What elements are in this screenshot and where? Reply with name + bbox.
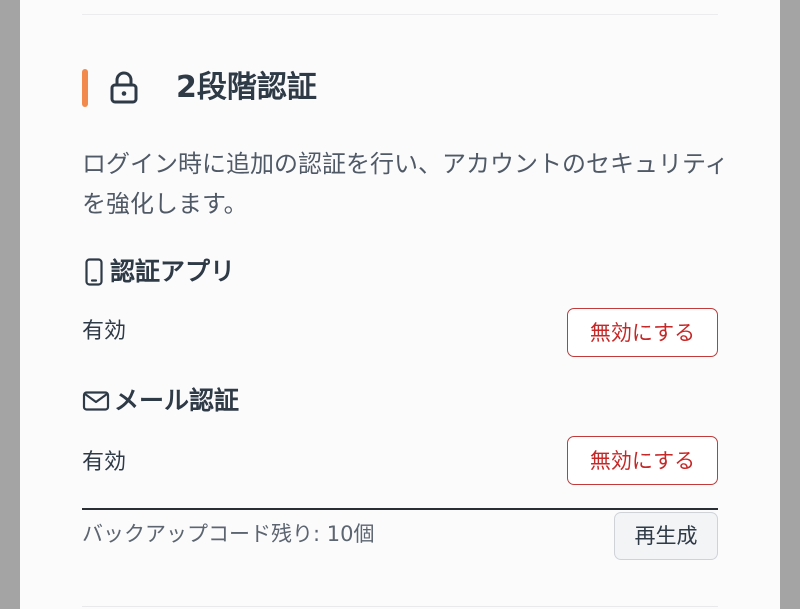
mail-icon <box>82 391 110 411</box>
right-backdrop <box>780 0 800 609</box>
settings-card: 2段階認証 ログイン時に追加の認証を行い、アカウントのセキュリティを強化します。… <box>20 0 780 609</box>
lock-icon <box>110 71 138 104</box>
section-description: ログイン時に追加の認証を行い、アカウントのセキュリティを強化します。 <box>82 150 729 218</box>
disable-email-auth-button[interactable]: 無効にする <box>567 436 718 485</box>
section-title: 2段階認証 <box>176 70 317 105</box>
auth-app-status: 有効 <box>82 319 127 344</box>
auth-app-heading: 認証アプリ <box>82 254 235 290</box>
top-divider <box>82 14 718 15</box>
left-backdrop <box>0 0 20 609</box>
email-auth-title: メール認証 <box>114 386 240 415</box>
bottom-divider <box>82 606 718 607</box>
backup-divider <box>82 508 718 510</box>
disable-auth-app-button[interactable]: 無効にする <box>567 308 718 357</box>
email-auth-status: 有効 <box>82 450 127 475</box>
backup-codes-remaining: バックアップコード残り: 10個 <box>82 522 375 546</box>
regenerate-backup-codes-button[interactable]: 再生成 <box>614 512 718 560</box>
email-auth-heading: メール認証 <box>82 383 239 419</box>
smartphone-icon <box>85 258 103 286</box>
auth-app-title: 認証アプリ <box>110 257 236 286</box>
section-accent-bar <box>82 69 88 107</box>
